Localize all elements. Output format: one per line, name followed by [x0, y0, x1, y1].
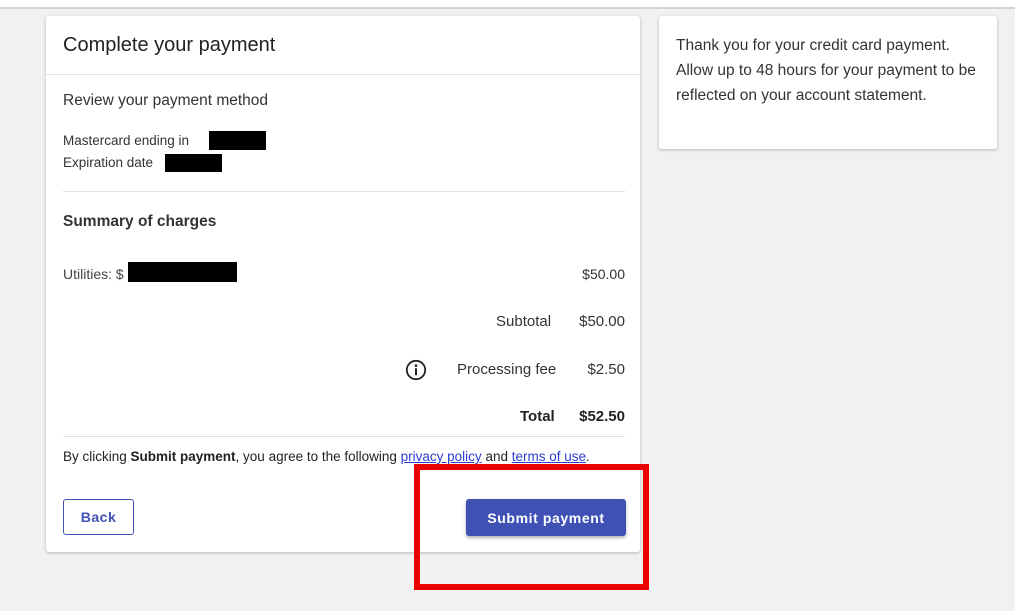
- agreement-and: and: [481, 449, 512, 464]
- summary-heading: Summary of charges: [63, 213, 217, 230]
- section-divider: [63, 191, 625, 192]
- top-bar: [0, 0, 1015, 9]
- utilities-line-amount: $50.00: [582, 266, 625, 282]
- agreement-bold: Submit payment: [130, 449, 236, 464]
- redacted-account-number: [128, 262, 237, 282]
- total-amount: $52.50: [579, 408, 625, 425]
- page-title: Complete your payment: [63, 34, 276, 56]
- info-icon[interactable]: [405, 359, 427, 381]
- payment-method-heading: Review your payment method: [63, 92, 269, 109]
- highlight-box: [414, 464, 649, 590]
- subtotal-amount: $50.00: [579, 313, 625, 330]
- total-label: Total: [520, 408, 555, 425]
- title-divider: [46, 74, 640, 75]
- agreement-divider: [63, 436, 625, 437]
- expiration-label: Expiration date: [63, 155, 154, 170]
- privacy-policy-link[interactable]: privacy policy: [401, 449, 482, 464]
- agreement-suffix: .: [586, 449, 590, 464]
- agreement-prefix: By clicking: [63, 449, 131, 464]
- back-button[interactable]: Back: [63, 499, 134, 535]
- agreement-text: By clicking Submit payment, you agree to…: [63, 449, 590, 464]
- redacted-expiration-date: [165, 154, 222, 172]
- agreement-middle: , you agree to the following: [235, 449, 401, 464]
- card-ending-label: Mastercard ending in: [63, 133, 190, 148]
- subtotal-label: Subtotal: [496, 313, 552, 330]
- processing-fee-label: Processing fee: [457, 361, 557, 378]
- redacted-card-number: [209, 131, 266, 150]
- utilities-line-label: Utilities: $: [63, 266, 124, 282]
- terms-of-use-link[interactable]: terms of use: [512, 449, 586, 464]
- info-card: Thank you for your credit card payment. …: [659, 16, 997, 149]
- thank-you-message: Thank you for your credit card payment. …: [676, 37, 976, 104]
- processing-fee-amount: $2.50: [587, 361, 625, 378]
